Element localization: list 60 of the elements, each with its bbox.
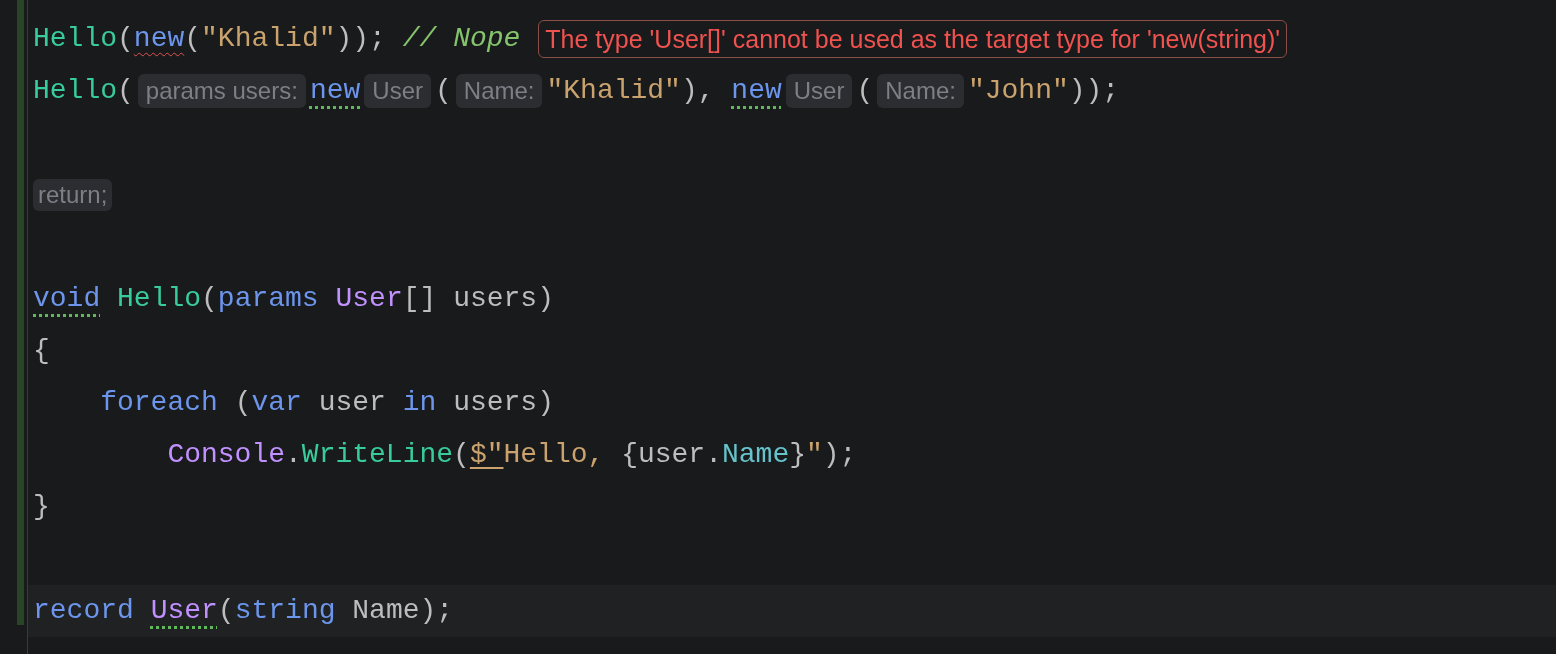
method-name: WriteLine xyxy=(301,439,454,470)
identifier: users xyxy=(453,387,538,418)
punctuation: ( xyxy=(117,75,134,106)
type-name: Console xyxy=(167,439,285,470)
string-literal: " xyxy=(806,439,823,470)
punctuation: ( xyxy=(184,23,202,54)
inlay-hint: Name: xyxy=(455,73,543,108)
keyword: foreach xyxy=(100,387,218,418)
punctuation: )); xyxy=(335,23,386,54)
keyword: new xyxy=(133,23,185,54)
keyword: var xyxy=(251,387,302,418)
punctuation: } xyxy=(33,491,50,522)
keyword: params xyxy=(217,283,319,314)
punctuation: { xyxy=(33,335,50,366)
punctuation: ); xyxy=(419,595,454,626)
type-name: User xyxy=(335,283,403,314)
punctuation: { xyxy=(621,439,638,470)
keyword: void xyxy=(33,283,101,314)
punctuation: ( xyxy=(856,75,874,106)
property-name: Name xyxy=(721,439,790,470)
inlay-hint: Name: xyxy=(877,73,964,108)
keyword: new xyxy=(731,75,782,106)
identifier: user xyxy=(637,439,706,470)
punctuation: ( xyxy=(435,75,452,106)
punctuation: ( xyxy=(453,439,470,470)
keyword: string xyxy=(234,595,336,626)
string-literal: $" xyxy=(469,439,504,470)
punctuation: )); xyxy=(1068,75,1120,106)
punctuation: ); xyxy=(822,439,857,470)
identifier: Name xyxy=(352,595,420,626)
punctuation: . xyxy=(705,439,722,470)
punctuation: ) xyxy=(537,283,554,314)
string-literal: "Khalid" xyxy=(201,23,336,54)
method-name: Hello xyxy=(117,283,202,314)
inlay-hint: params users: xyxy=(137,73,306,108)
string-literal: "Khalid" xyxy=(546,75,681,106)
identifier: users xyxy=(453,283,538,314)
method-name: Hello xyxy=(33,75,117,106)
error-tooltip: The type 'User[]' cannot be used as the target type for 'new(string)' xyxy=(538,19,1288,58)
punctuation: ( xyxy=(217,595,235,626)
string-literal: Hello, xyxy=(503,439,605,470)
punctuation: ), xyxy=(680,75,715,106)
inlay-hint: User xyxy=(785,73,853,108)
inlay-hint: User xyxy=(364,73,431,108)
punctuation: ( xyxy=(234,387,252,418)
identifier: user xyxy=(318,387,386,418)
punctuation: } xyxy=(789,439,806,470)
punctuation: [] xyxy=(402,283,437,314)
punctuation: ( xyxy=(117,23,134,54)
method-name: Hello xyxy=(33,23,117,54)
code-comment: // Nope xyxy=(402,23,521,54)
punctuation: ( xyxy=(201,283,218,314)
keyword: record xyxy=(33,595,134,626)
string-literal: "John" xyxy=(967,75,1069,106)
folded-code: return; xyxy=(33,178,113,211)
type-name: User xyxy=(150,595,218,626)
keyword: new xyxy=(309,75,361,106)
punctuation: . xyxy=(285,439,302,470)
keyword: in xyxy=(402,387,437,418)
punctuation: ) xyxy=(537,387,554,418)
